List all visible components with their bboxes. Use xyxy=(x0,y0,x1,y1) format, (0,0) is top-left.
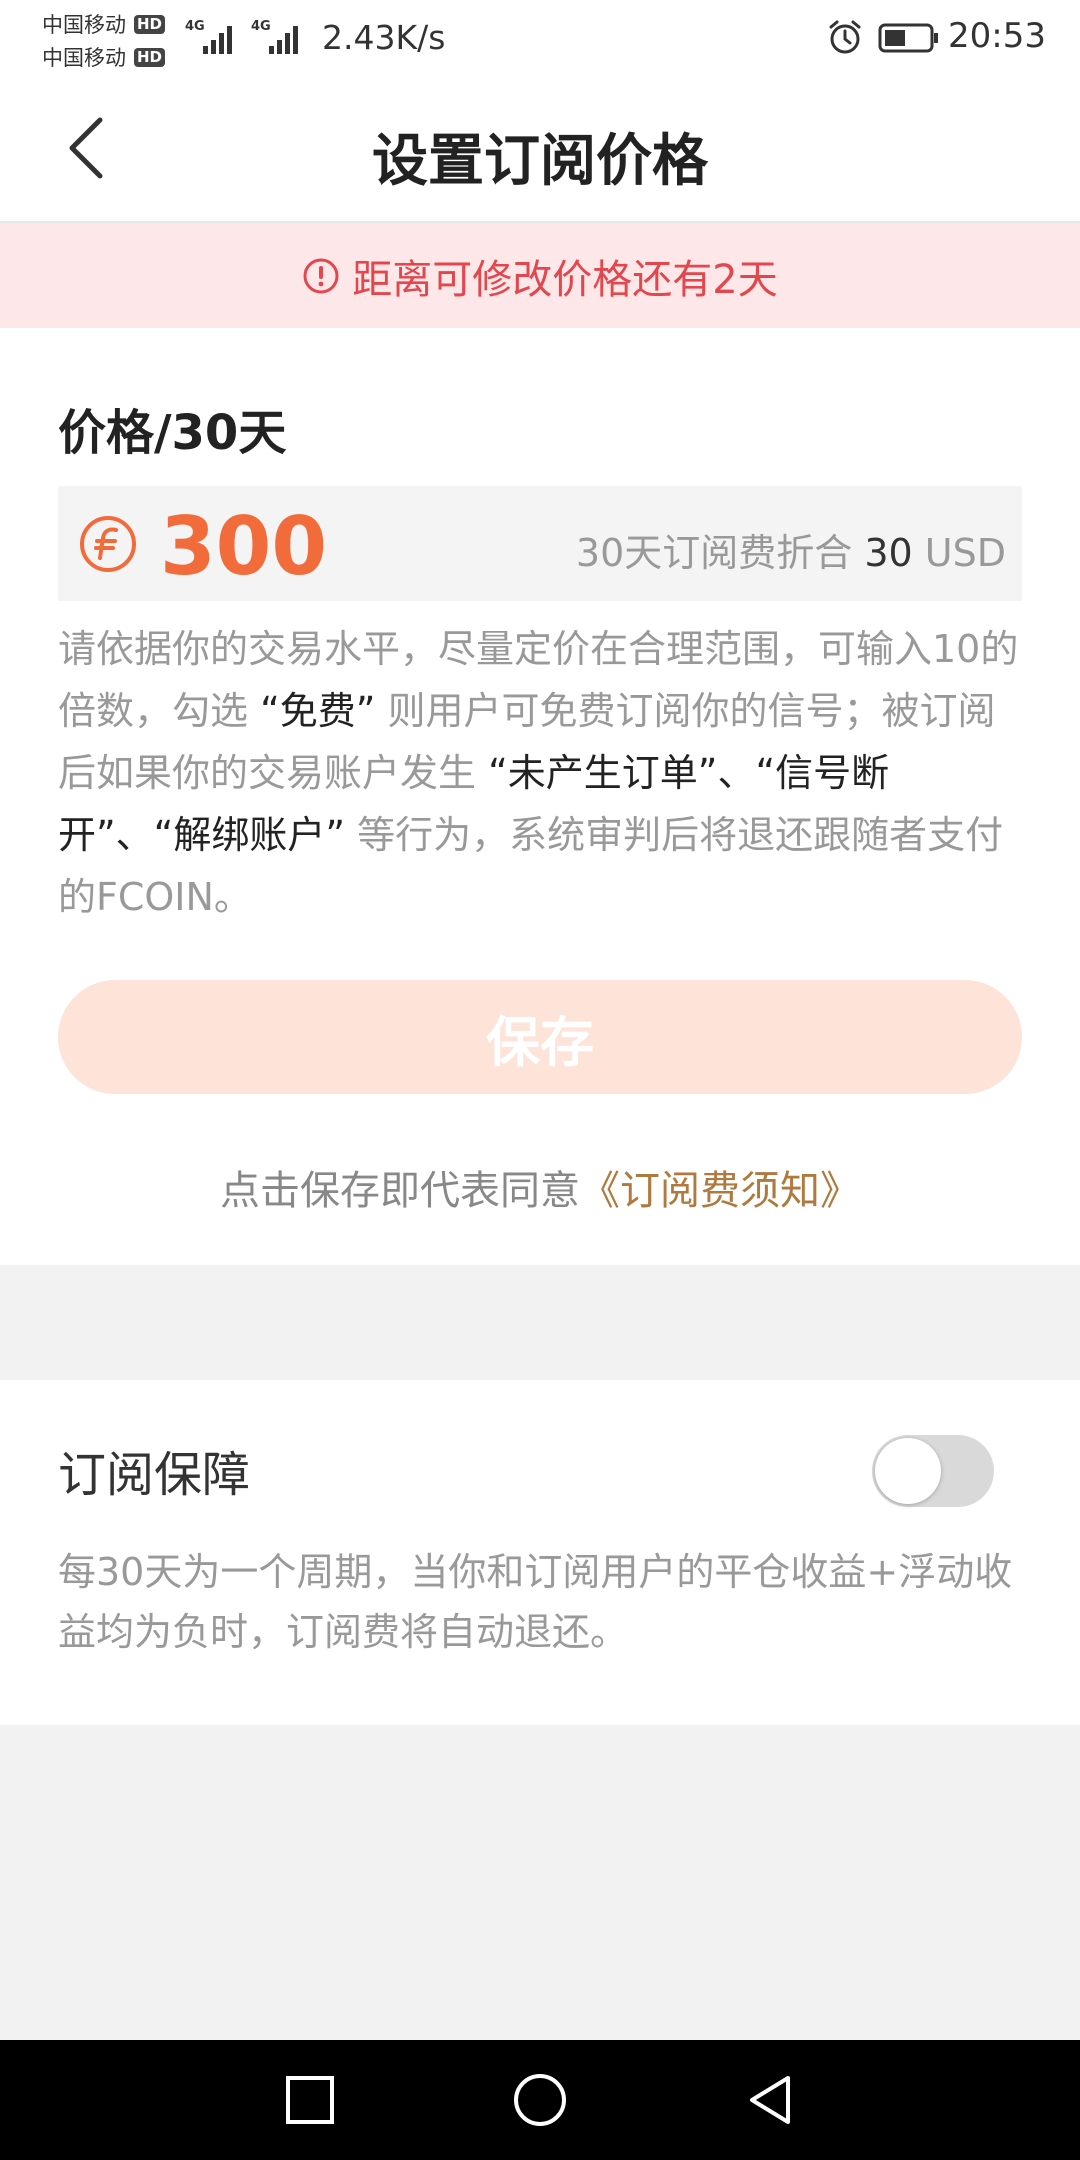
agreement-prefix: 点击保存即代表同意 xyxy=(220,1168,580,1214)
status-bar: 中国移动 HD 中国移动 HD 4G 4G 2.43K/s 20:53 xyxy=(0,0,1080,78)
network-type-label: 4G xyxy=(185,19,205,34)
price-input[interactable]: 300 30天订阅费折合 30 USD xyxy=(58,486,1022,601)
subscription-terms-link[interactable]: 《订阅费须知》 xyxy=(580,1168,860,1214)
agreement-line: 点击保存即代表同意《订阅费须知》 xyxy=(0,1158,1080,1216)
guarantee-title: 订阅保障 xyxy=(58,1447,251,1503)
hd-badge: HD xyxy=(134,14,166,34)
fcoin-icon xyxy=(80,516,136,572)
price-card: 价格/30天 300 30天订阅费折合 30 USD 请依据你的交易水平，尽量定… xyxy=(0,328,1080,1265)
notice-text: 距离可修改价格还有2天 xyxy=(352,256,778,303)
notice-banner: 距离可修改价格还有2天 xyxy=(0,223,1080,328)
conversion-amount: 30 xyxy=(864,531,913,575)
clock: 20:53 xyxy=(948,16,1046,56)
guarantee-description: 每30天为一个周期，当你和订阅用户的平仓收益+浮动收益均为负时，订阅费将自动退还… xyxy=(58,1550,1013,1654)
carrier-2: 中国移动 HD xyxy=(42,42,166,72)
exclamation-circle-icon xyxy=(303,258,339,293)
guarantee-card: 订阅保障 每30天为一个周期，当你和订阅用户的平仓收益+浮动收益均为负时，订阅费… xyxy=(0,1380,1080,1725)
page-title: 设置订阅价格 xyxy=(372,129,708,194)
signal-icon: 4G 4G xyxy=(185,16,310,56)
header: 设置订阅价格 xyxy=(0,78,1080,223)
square-icon[interactable] xyxy=(280,2070,340,2130)
price-label: 价格/30天 xyxy=(58,405,287,461)
price-value[interactable]: 300 xyxy=(160,500,327,593)
carrier-1-label: 中国移动 xyxy=(42,13,126,37)
carrier-2-label: 中国移动 xyxy=(42,46,126,70)
conversion-unit: USD xyxy=(912,531,1006,575)
alarm-icon xyxy=(826,18,864,60)
circle-icon[interactable] xyxy=(510,2070,570,2130)
save-button[interactable]: 保存 xyxy=(58,980,1022,1094)
network-type-label: 4G xyxy=(251,19,271,34)
desc-free: “免费” xyxy=(260,689,376,733)
carrier-1: 中国移动 HD xyxy=(42,9,166,39)
triangle-back-icon[interactable] xyxy=(740,2070,800,2130)
price-conversion: 30天订阅费折合 30 USD xyxy=(576,522,1006,577)
conversion-prefix: 30天订阅费折合 xyxy=(575,531,865,575)
pricing-description: 请依据你的交易水平，尽量定价在合理范围，可输入10的倍数，勾选 “免费” 则用户… xyxy=(58,618,1028,928)
battery-icon xyxy=(878,22,940,58)
system-nav-bar xyxy=(0,2040,1080,2160)
toggle-knob xyxy=(875,1438,941,1504)
hd-badge: HD xyxy=(134,47,166,67)
guarantee-toggle[interactable] xyxy=(872,1435,994,1507)
net-speed: 2.43K/s xyxy=(322,18,446,57)
